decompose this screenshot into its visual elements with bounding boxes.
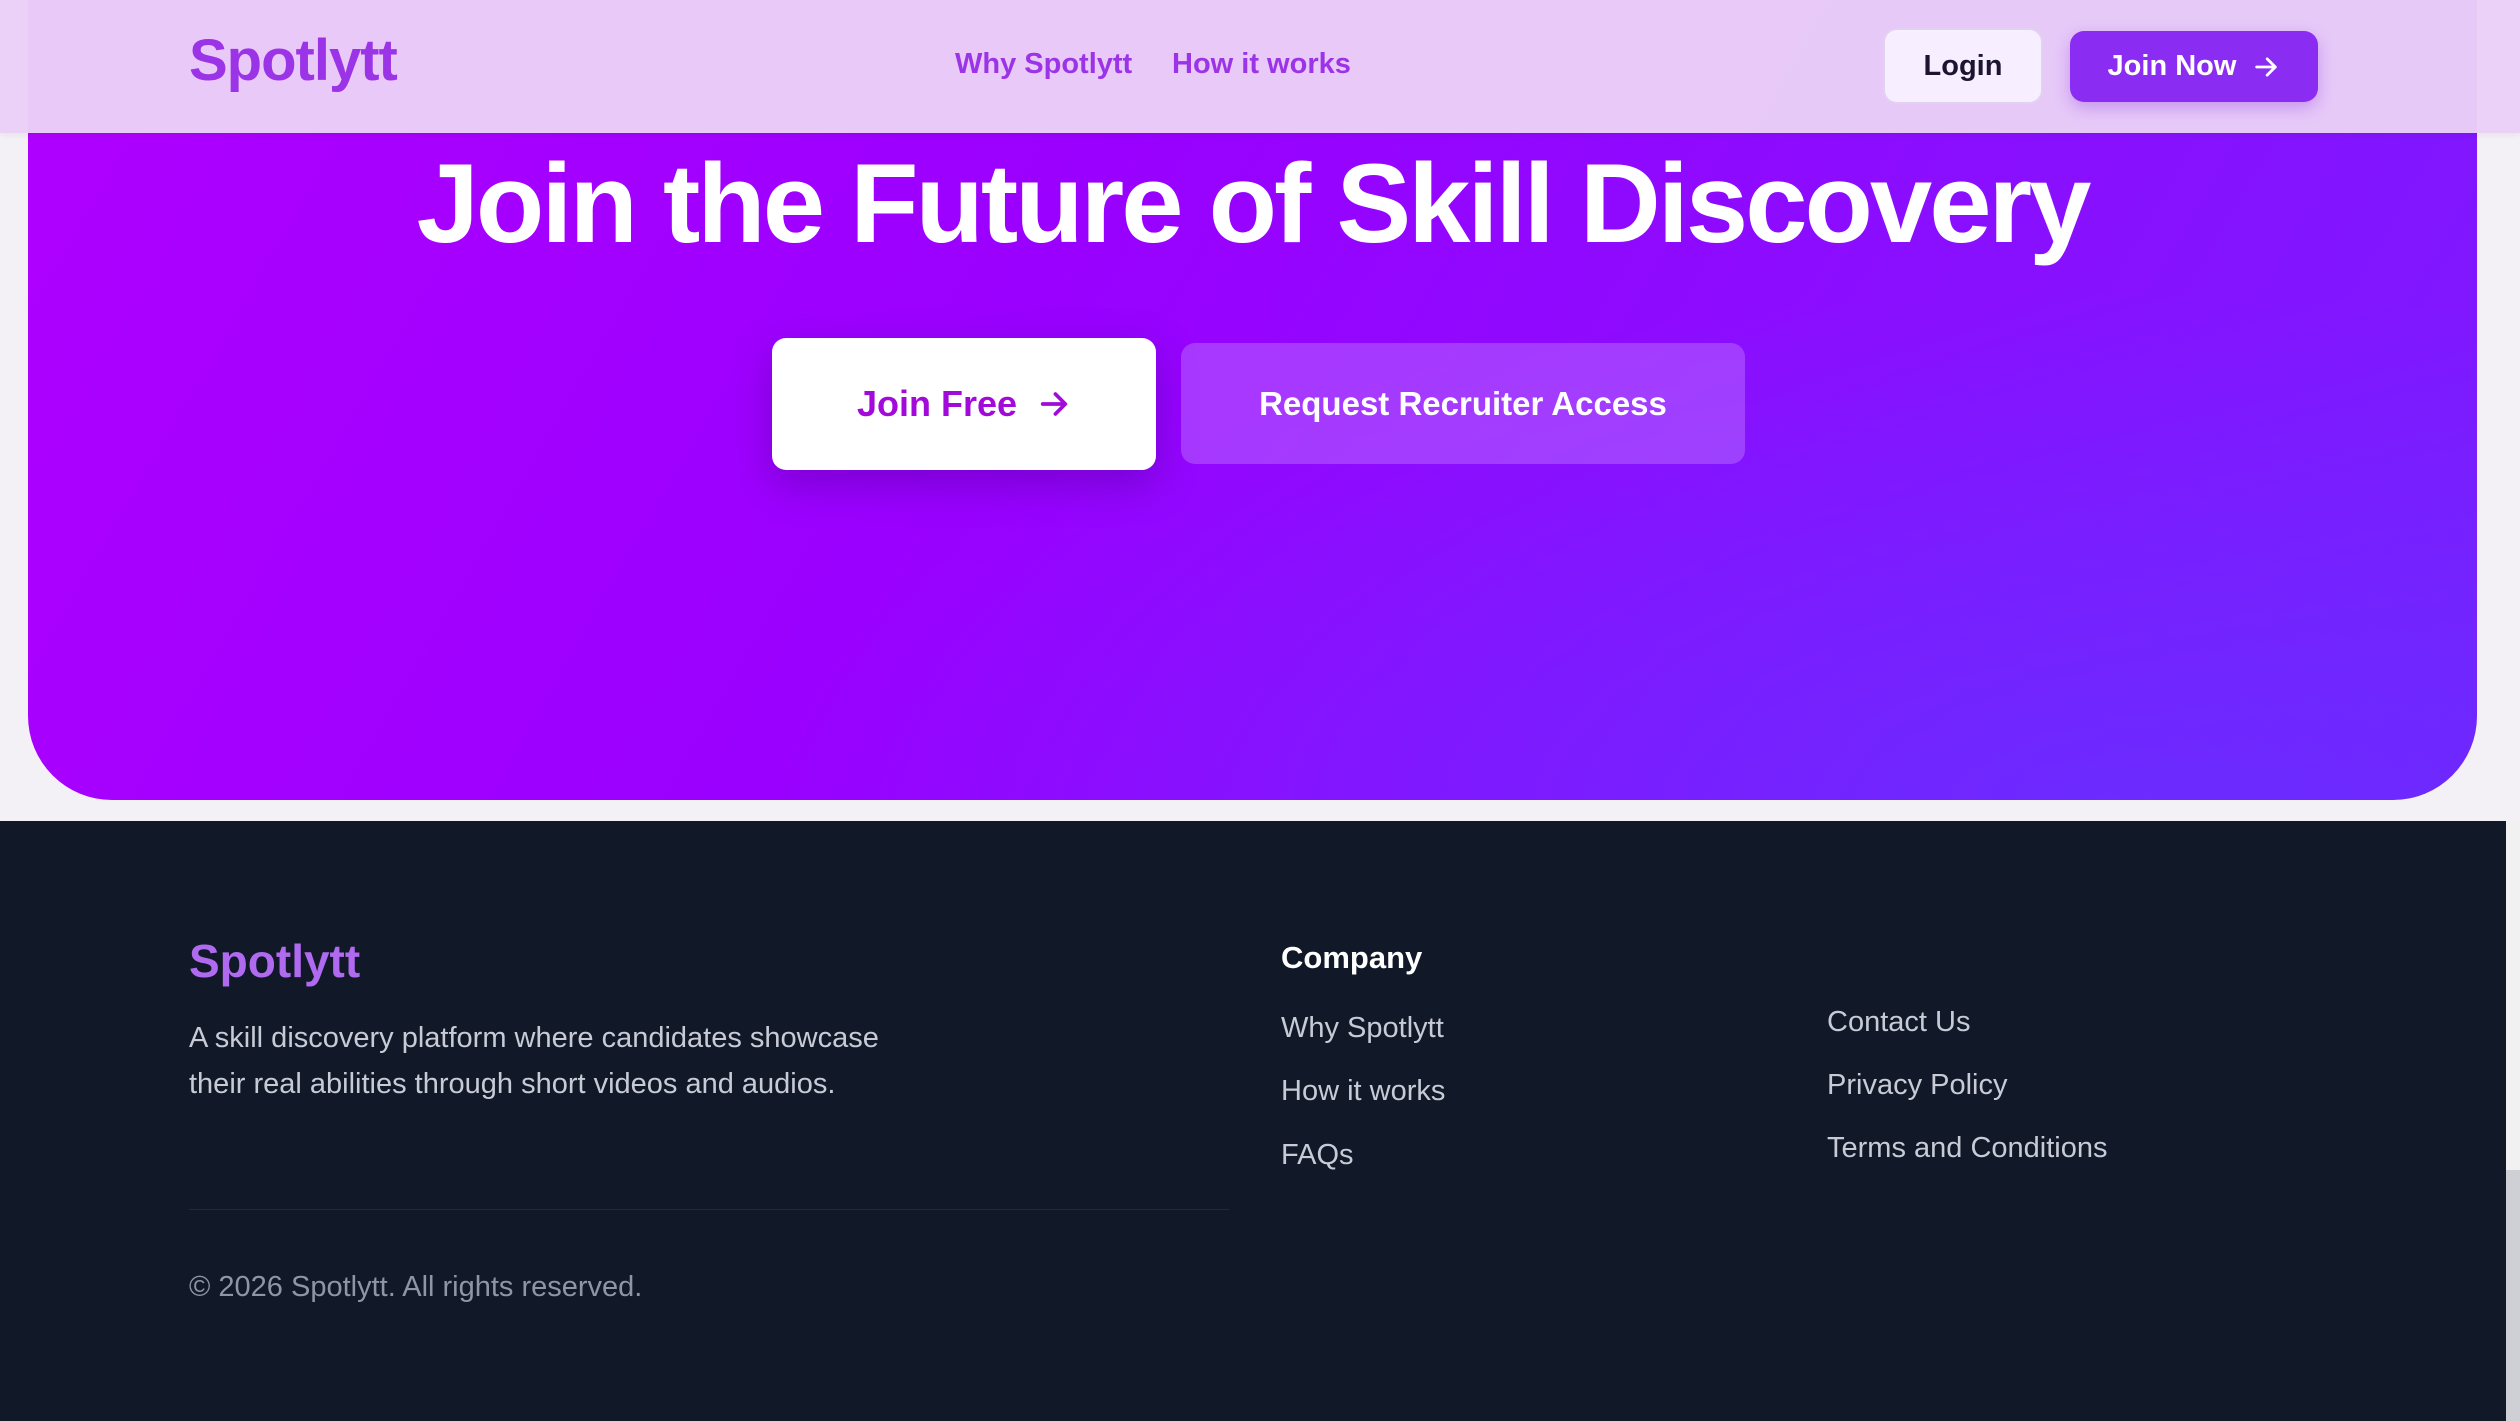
footer-link-faqs[interactable]: FAQs <box>1281 1141 1354 1170</box>
nav-logo[interactable]: Spotlytt <box>189 32 398 90</box>
footer-link-privacy-policy[interactable]: Privacy Policy <box>1827 1071 2008 1100</box>
nav-link-why-spotlytt[interactable]: Why Spotlytt <box>955 50 1132 79</box>
company-heading: Company <box>1281 940 1423 975</box>
copyright-text: © 2026 Spotlytt. All rights reserved. <box>189 1271 643 1303</box>
footer-link-terms-and-conditions[interactable]: Terms and Conditions <box>1827 1134 2107 1163</box>
arrow-right-icon <box>1040 392 1068 416</box>
join-free-button[interactable]: Join Free <box>772 338 1156 470</box>
footer-link-how-it-works[interactable]: How it works <box>1281 1077 1445 1106</box>
join-free-label: Join Free <box>856 383 1018 424</box>
nav-link-how-it-works[interactable]: How it works <box>1172 50 1351 79</box>
footer-description: A skill discovery platform where candida… <box>189 1022 879 1100</box>
request-recruiter-access-button[interactable]: Request Recruiter Access <box>1181 343 1745 464</box>
top-navbar: Spotlytt Why Spotlytt How it works Login… <box>0 0 2520 133</box>
footer-link-why-spotlytt[interactable]: Why Spotlytt <box>1281 1014 1444 1043</box>
footer-logo[interactable]: Spotlytt <box>189 938 360 984</box>
footer-divider <box>189 1209 1229 1210</box>
join-now-label: Join Now <box>2107 50 2237 82</box>
scrollbar-thumb[interactable] <box>2506 1170 2520 1421</box>
site-footer: Spotlytt A skill discovery platform wher… <box>0 821 2506 1421</box>
arrow-right-icon <box>2255 56 2278 77</box>
recruiter-access-label: Request Recruiter Access <box>1259 384 1667 422</box>
footer-link-contact-us[interactable]: Contact Us <box>1827 1008 1970 1037</box>
hero-title: Join the Future of Skill Discovery <box>416 141 2092 266</box>
join-now-button[interactable]: Join Now <box>2070 31 2318 102</box>
login-button[interactable]: Login <box>1883 28 2043 104</box>
